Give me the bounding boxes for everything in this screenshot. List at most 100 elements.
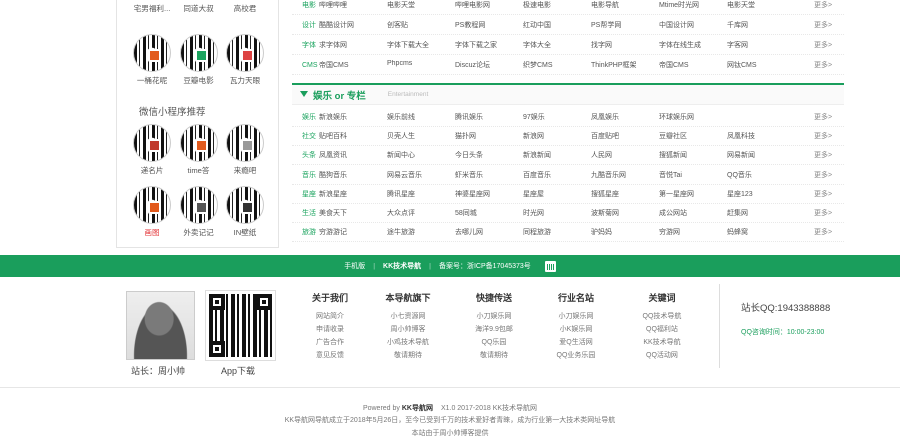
site-link[interactable]: 红动中国 xyxy=(523,20,591,30)
site-link[interactable]: 字体下载之家 xyxy=(455,40,523,50)
site-link[interactable]: 新闻中心 xyxy=(387,150,455,160)
site-link[interactable]: 网易云音乐 xyxy=(387,170,455,180)
row-category[interactable]: 电影 xyxy=(292,0,319,10)
more-link[interactable]: 更多> xyxy=(814,0,844,10)
site-link[interactable]: 凤凰娱乐 xyxy=(591,112,659,122)
site-link[interactable]: 新浪网 xyxy=(523,131,591,141)
site-link[interactable]: 字体在线生成 xyxy=(659,40,727,50)
site-link[interactable]: 娱乐前线 xyxy=(387,112,455,122)
site-link[interactable]: 音悦Tai xyxy=(659,170,727,180)
footer-link[interactable]: 敬请期待 xyxy=(394,349,422,362)
site-link[interactable]: 成公网站 xyxy=(659,208,727,218)
site-link[interactable]: 字体大全 xyxy=(523,40,591,50)
site-link[interactable]: 大众点评 xyxy=(387,208,455,218)
site-link[interactable]: 电影天堂 xyxy=(727,0,795,10)
site-link[interactable]: 字客网 xyxy=(727,40,795,50)
site-link[interactable]: 美食天下 xyxy=(319,208,387,218)
more-link[interactable]: 更多> xyxy=(814,189,844,199)
footer-link[interactable]: 小刀娱乐网 xyxy=(559,310,594,323)
app-download-caption[interactable]: App下载 xyxy=(221,364,255,377)
more-link[interactable]: 更多> xyxy=(814,208,844,218)
site-link[interactable]: 百度音乐 xyxy=(523,170,591,180)
site-link[interactable]: QQ音乐 xyxy=(727,170,795,180)
more-link[interactable]: 更多> xyxy=(814,150,844,160)
footer-link[interactable]: QQ业务乐园 xyxy=(557,349,596,362)
site-link[interactable]: 贴吧百科 xyxy=(319,131,387,141)
site-link[interactable]: 新浪新闻 xyxy=(523,150,591,160)
site-link[interactable]: 第一星座网 xyxy=(659,189,727,199)
row-category[interactable]: 音乐 xyxy=(292,170,319,180)
site-link[interactable]: 电影天堂 xyxy=(387,0,455,10)
site-link[interactable]: 哔哩哔哩 xyxy=(319,0,387,10)
row-category[interactable]: 社交 xyxy=(292,131,319,141)
mini-app-item[interactable]: 递名片 xyxy=(133,124,171,176)
site-link[interactable]: 豆瓣社区 xyxy=(659,131,727,141)
footer-link[interactable]: 申请收录 xyxy=(316,323,344,336)
site-link[interactable]: 今日头条 xyxy=(455,150,523,160)
site-link[interactable]: 腾讯星座 xyxy=(387,189,455,199)
row-category[interactable]: 星座 xyxy=(292,189,319,199)
stats-icon[interactable] xyxy=(544,260,556,272)
site-link[interactable]: 星座123 xyxy=(727,189,795,199)
site-link[interactable]: ThinkPHP框架 xyxy=(591,60,659,70)
mini-app-item[interactable]: 来瘾吧 xyxy=(226,124,264,176)
site-link[interactable]: 创客贴 xyxy=(387,20,455,30)
footer-link[interactable]: QQ技术导航 xyxy=(643,310,682,323)
site-link[interactable]: 搜狐新闻 xyxy=(659,150,727,160)
site-link[interactable]: 酷狗音乐 xyxy=(319,170,387,180)
site-link[interactable]: 穷游游记 xyxy=(319,227,387,237)
more-link[interactable]: 更多> xyxy=(814,170,844,180)
footer-link[interactable]: 敬请期待 xyxy=(480,349,508,362)
more-link[interactable]: 更多> xyxy=(814,227,844,237)
icp-link[interactable]: 备案号：浙ICP备17045373号 xyxy=(439,261,531,271)
site-link[interactable]: 虾米音乐 xyxy=(455,170,523,180)
row-category[interactable]: 娱乐 xyxy=(292,112,319,122)
row-category[interactable]: 旅游 xyxy=(292,227,319,237)
site-link[interactable]: 哔哩电影网 xyxy=(455,0,523,10)
site-link[interactable]: 找字网 xyxy=(591,40,659,50)
site-link[interactable]: 凤凰资讯 xyxy=(319,150,387,160)
site-link[interactable]: PS帮学网 xyxy=(591,20,659,30)
site-link[interactable]: 途牛旅游 xyxy=(387,227,455,237)
mini-app-item[interactable]: 同道大叔 xyxy=(180,0,218,14)
site-link[interactable]: 极速电影 xyxy=(523,0,591,10)
footer-link[interactable]: QQ福利站 xyxy=(646,323,678,336)
more-link[interactable]: 更多> xyxy=(814,40,844,50)
site-link[interactable]: 人民网 xyxy=(591,150,659,160)
footer-link[interactable]: 意见反馈 xyxy=(316,349,344,362)
site-link[interactable]: 酷酷设计网 xyxy=(319,20,387,30)
powered-brand-link[interactable]: KK导航网 xyxy=(402,405,433,412)
site-link[interactable]: 去哪儿网 xyxy=(455,227,523,237)
site-link[interactable]: 织梦CMS xyxy=(523,60,591,70)
site-link[interactable]: 求字体网 xyxy=(319,40,387,50)
more-link[interactable]: 更多> xyxy=(814,20,844,30)
row-category[interactable]: CMS xyxy=(292,62,319,69)
site-link[interactable]: 猫扑网 xyxy=(455,131,523,141)
site-link[interactable]: 星座屋 xyxy=(523,189,591,199)
mini-app-item[interactable]: 画图 xyxy=(133,186,171,238)
site-link[interactable]: 网钛CMS xyxy=(727,60,795,70)
footer-link[interactable]: 海洋9.9包邮 xyxy=(475,323,513,336)
site-link[interactable]: 驴妈妈 xyxy=(591,227,659,237)
site-link[interactable]: Mtime时光网 xyxy=(659,0,727,10)
site-link[interactable]: 神婆星座网 xyxy=(455,189,523,199)
row-category[interactable]: 头条 xyxy=(292,150,319,160)
footer-link[interactable]: QQ活动网 xyxy=(646,349,678,362)
site-link[interactable]: PS教程网 xyxy=(455,20,523,30)
footer-link[interactable]: 小七资源网 xyxy=(391,310,426,323)
footer-link[interactable]: 网站简介 xyxy=(316,310,344,323)
site-link[interactable]: 赶集网 xyxy=(727,208,795,218)
site-link[interactable]: Phpcms xyxy=(387,60,455,70)
site-link[interactable]: 新浪星座 xyxy=(319,189,387,199)
mini-app-item[interactable]: 一桶花呢 xyxy=(133,34,171,86)
mini-app-item[interactable]: IN壁纸 xyxy=(226,186,264,238)
more-link[interactable]: 更多> xyxy=(814,60,844,70)
site-link[interactable]: 贝壳人生 xyxy=(387,131,455,141)
mini-app-item[interactable]: 外卖记记 xyxy=(179,186,218,238)
footer-link[interactable]: KK技术导航 xyxy=(643,336,680,349)
site-link[interactable]: 新浪娱乐 xyxy=(319,112,387,122)
row-category[interactable]: 字体 xyxy=(292,40,319,50)
site-link[interactable]: 千库网 xyxy=(727,20,795,30)
site-link[interactable]: 穷游网 xyxy=(659,227,727,237)
site-link[interactable]: 同程旅游 xyxy=(523,227,591,237)
